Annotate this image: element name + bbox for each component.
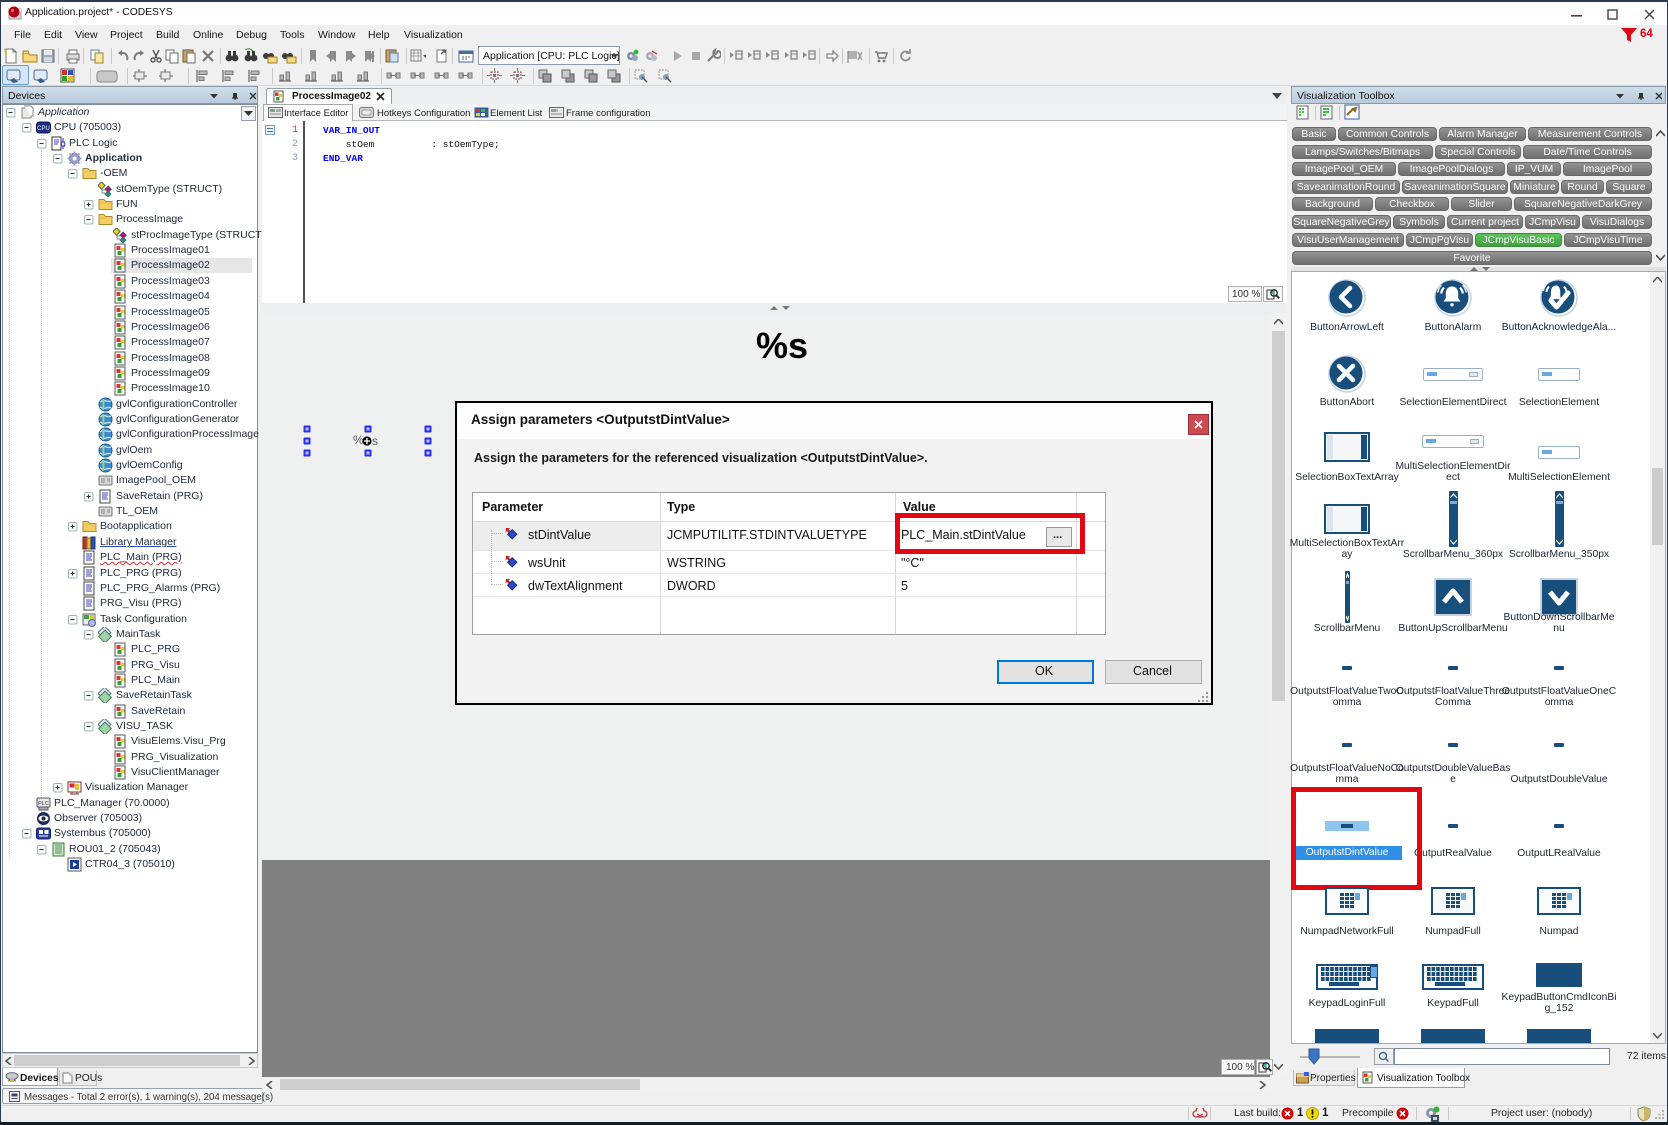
svg-text:CPU: CPU <box>37 126 50 132</box>
svg-text:PLC: PLC <box>38 801 49 807</box>
